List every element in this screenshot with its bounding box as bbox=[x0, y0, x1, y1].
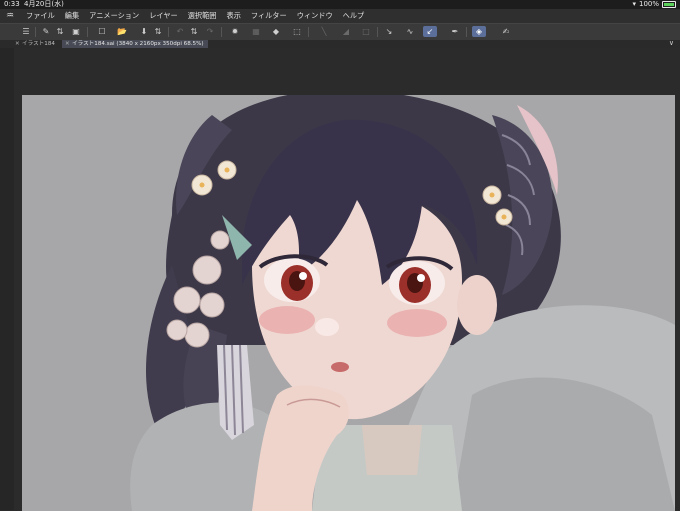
new-canvas-icon[interactable]: ☐ bbox=[96, 26, 108, 37]
canvas[interactable] bbox=[22, 95, 675, 511]
menu-edit[interactable]: 編集 bbox=[65, 11, 79, 21]
wifi-icon: ▾ bbox=[632, 0, 636, 8]
battery-percent: 100% bbox=[638, 0, 659, 8]
close-icon[interactable]: ✕ bbox=[15, 40, 20, 48]
brush-icon[interactable]: ∿ bbox=[404, 26, 416, 37]
ruler-icon[interactable]: ╲ bbox=[318, 26, 330, 37]
tab-label: イラスト184 bbox=[22, 41, 55, 47]
status-bar: 0:33 4月20日(水) ▾ 100% bbox=[0, 0, 680, 9]
menu-view[interactable]: 表示 bbox=[227, 11, 241, 21]
tab-illust-184-sai[interactable]: ✕ イラスト184.sai (3840 x 2160px 350dpi 68.5… bbox=[62, 40, 208, 48]
pen-icon[interactable]: ↘ bbox=[383, 26, 395, 37]
menu-filter[interactable]: フィルター bbox=[251, 11, 287, 21]
fill-icon[interactable]: ◆ bbox=[270, 26, 282, 37]
menu-file[interactable]: ファイル bbox=[26, 11, 55, 21]
open-icon[interactable]: 📂 bbox=[116, 26, 128, 37]
correction-pen-icon[interactable]: ↙ bbox=[423, 26, 437, 37]
menu-window[interactable]: ウィンドウ bbox=[297, 11, 333, 21]
notes-icon[interactable]: ✍ bbox=[500, 26, 512, 37]
tab-illust-184[interactable]: ✕ イラスト184 bbox=[12, 40, 59, 48]
new-icon[interactable]: ✎ bbox=[40, 26, 52, 37]
stepper-icon[interactable]: ⇅ bbox=[54, 26, 66, 37]
gradient-icon[interactable]: ◢ bbox=[340, 26, 352, 37]
stepper-icon[interactable]: ⇅ bbox=[152, 26, 164, 37]
close-icon[interactable]: ✕ bbox=[65, 40, 70, 48]
artwork bbox=[130, 95, 675, 511]
command-bar: ☰ ✎ ⇅ ▣ ☐ 📂 ⬇ ⇅ ↶ ⇅ ↷ ✹ ▦ ◆ ⬚ ╲ ◢ □ ↘ ∿ … bbox=[0, 23, 680, 41]
menu-icon[interactable]: ☰ bbox=[20, 26, 32, 37]
workspace bbox=[0, 48, 680, 511]
status-right: ▾ 100% bbox=[632, 0, 676, 9]
transform-icon[interactable]: ▦ bbox=[250, 26, 262, 37]
undo-icon[interactable]: ↶ bbox=[174, 26, 186, 37]
menu-help[interactable]: ヘルプ bbox=[343, 11, 365, 21]
document-tabs: ✕ イラスト184 ✕ イラスト184.sai (3840 x 2160px 3… bbox=[0, 39, 680, 48]
battery-icon bbox=[662, 1, 676, 8]
status-date: 4月20日(水) bbox=[24, 0, 64, 8]
menu-selection[interactable]: 選択範囲 bbox=[188, 11, 217, 21]
redo-icon[interactable]: ↷ bbox=[204, 26, 216, 37]
left-panel-strip bbox=[0, 48, 14, 510]
clear-icon[interactable]: ✹ bbox=[229, 26, 241, 37]
clip-studio-icon[interactable]: ♒ bbox=[6, 11, 20, 21]
menu-animation[interactable]: アニメーション bbox=[89, 11, 139, 21]
snap-icon[interactable]: □ bbox=[360, 26, 372, 37]
status-time: 0:33 bbox=[4, 0, 20, 8]
save-icon[interactable]: ⬇ bbox=[138, 26, 150, 37]
tab-label: イラスト184.sai (3840 x 2160px 350dpi 68.5%) bbox=[72, 41, 204, 47]
gallery-icon[interactable]: ▣ bbox=[70, 26, 82, 37]
eraser-icon[interactable]: ◈ bbox=[472, 26, 486, 37]
menu-bar: ♒ ファイル 編集 アニメーション レイヤー 選択範囲 表示 フィルター ウィン… bbox=[0, 9, 680, 23]
eyedropper-icon[interactable]: ✒ bbox=[449, 26, 461, 37]
chevron-down-icon[interactable]: ∨ bbox=[669, 39, 674, 47]
stepper-icon[interactable]: ⇅ bbox=[188, 26, 200, 37]
menu-layer[interactable]: レイヤー bbox=[149, 11, 178, 21]
select-icon[interactable]: ⬚ bbox=[291, 26, 303, 37]
